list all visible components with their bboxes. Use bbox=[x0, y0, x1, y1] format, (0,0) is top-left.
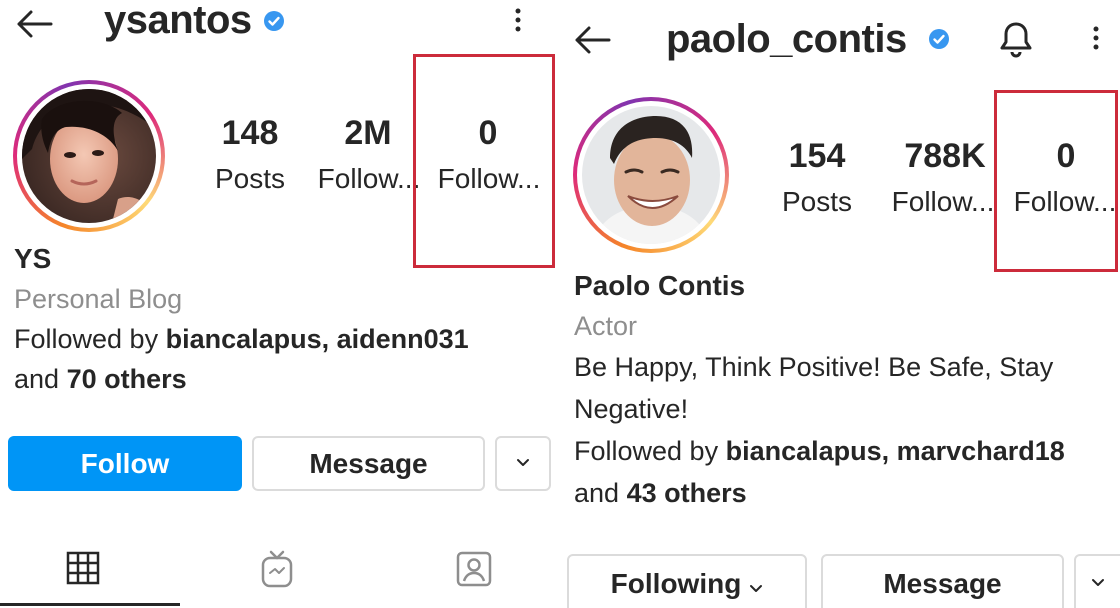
followers-label[interactable]: Follow... bbox=[316, 160, 422, 198]
suggested-dropdown-button[interactable] bbox=[495, 436, 551, 491]
followed-by-others-link[interactable]: 70 others bbox=[67, 364, 187, 394]
followed-by-users[interactable]: biancalapus, aidenn031 bbox=[166, 324, 469, 354]
bio-line: Be Happy, Think Positive! Be Safe, Stay bbox=[574, 352, 1054, 382]
followed-by-others-link[interactable]: 43 others bbox=[627, 478, 747, 508]
posts-label: Posts bbox=[214, 163, 286, 194]
username: ysantos bbox=[104, 0, 252, 42]
left-profile-panel: ysantos 148 Posts 2M Follow... 0 Follow.… bbox=[0, 0, 556, 608]
profile-category: Personal Blog bbox=[14, 284, 183, 314]
verified-badge-icon bbox=[263, 10, 285, 32]
more-options-icon[interactable] bbox=[1086, 24, 1106, 59]
message-button[interactable]: Message bbox=[252, 436, 485, 491]
chevron-down-icon bbox=[749, 568, 763, 600]
following-button-label: Following bbox=[610, 568, 742, 599]
highlight-box bbox=[994, 90, 1118, 272]
suggested-dropdown-button[interactable] bbox=[1074, 554, 1120, 608]
followed-by-users[interactable]: biancalapus, marvchard18 bbox=[726, 436, 1065, 466]
avatar[interactable] bbox=[13, 80, 165, 232]
username: paolo_contis bbox=[666, 17, 907, 61]
followers-label[interactable]: Follow... bbox=[886, 183, 1000, 221]
chevron-down-icon bbox=[515, 455, 531, 473]
posts-count: 148 bbox=[221, 114, 279, 152]
active-tab-indicator bbox=[0, 603, 180, 606]
followers-count[interactable]: 2M bbox=[320, 112, 416, 154]
tagged-icon[interactable] bbox=[456, 551, 492, 587]
more-options-icon[interactable] bbox=[508, 6, 528, 41]
right-profile-panel: paolo_contis 154 Posts 788K Follow... 0 … bbox=[556, 0, 1120, 608]
avatar[interactable] bbox=[573, 97, 729, 253]
followed-by-text: Followed by biancalapus, aidenn031 bbox=[14, 324, 469, 354]
profile-name: Paolo Contis bbox=[574, 270, 746, 301]
profile-name: YS bbox=[14, 243, 52, 274]
followed-by-others: and 43 others bbox=[574, 478, 747, 508]
chevron-down-icon bbox=[1090, 575, 1106, 593]
verified-badge-icon bbox=[928, 28, 950, 50]
followed-by-others: and 70 others bbox=[14, 364, 187, 394]
avatar-photo bbox=[22, 89, 156, 223]
posts-label: Posts bbox=[781, 186, 853, 217]
following-button[interactable]: Following bbox=[567, 554, 807, 608]
followers-count[interactable]: 788K bbox=[890, 135, 1000, 177]
notification-bell-icon[interactable] bbox=[998, 20, 1034, 63]
message-button[interactable]: Message bbox=[821, 554, 1064, 608]
bio-line: Negative! bbox=[574, 394, 689, 424]
igtv-icon[interactable] bbox=[260, 550, 294, 588]
follow-button[interactable]: Follow bbox=[8, 436, 242, 491]
highlight-box bbox=[413, 54, 555, 268]
back-arrow-icon[interactable] bbox=[572, 24, 612, 56]
posts-count: 154 bbox=[788, 137, 846, 175]
profile-category: Actor bbox=[574, 311, 638, 341]
grid-icon[interactable] bbox=[66, 551, 100, 585]
back-arrow-icon[interactable] bbox=[14, 8, 54, 40]
avatar-photo bbox=[582, 106, 720, 244]
followed-by-text: Followed by biancalapus, marvchard18 bbox=[574, 436, 1065, 466]
